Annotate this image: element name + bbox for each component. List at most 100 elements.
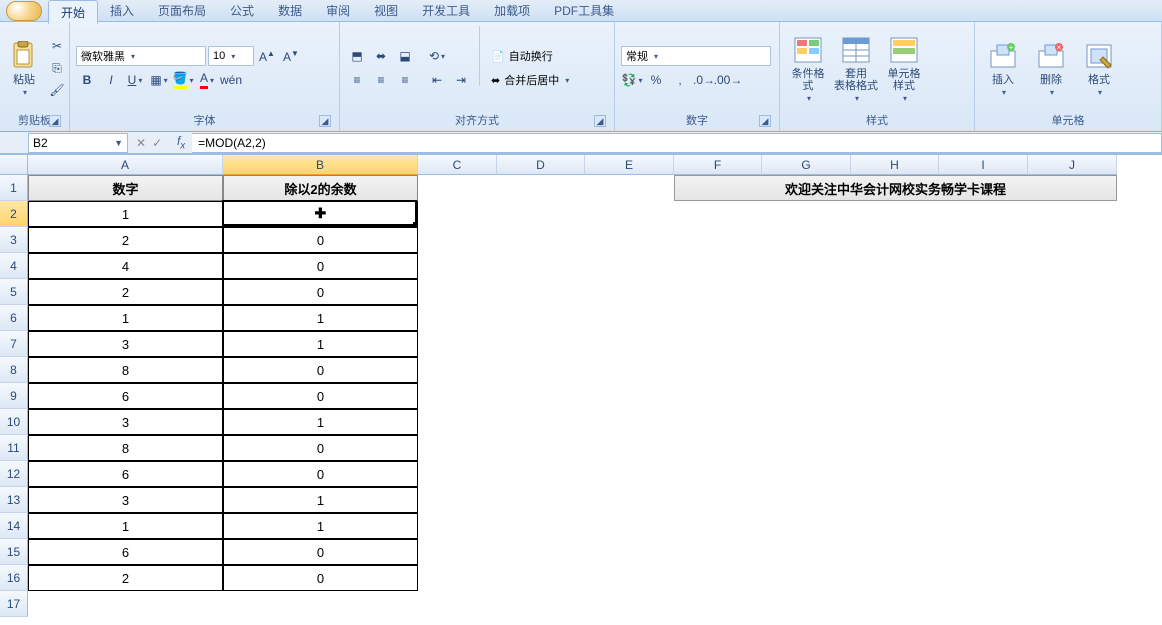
format-painter-button[interactable]: 🖌 — [46, 80, 68, 100]
cell-A16[interactable]: 2 — [28, 565, 223, 591]
name-box[interactable]: B2 ▼ — [28, 133, 128, 153]
col-header-H[interactable]: H — [851, 155, 939, 175]
row-header-7[interactable]: 7 — [0, 331, 28, 357]
inc-decimal-button[interactable]: .0→ — [693, 70, 715, 90]
clipboard-launcher[interactable]: ◢ — [49, 115, 61, 127]
accept-formula-button[interactable]: ✓ — [152, 136, 162, 150]
cell-B13[interactable]: 1 — [223, 487, 418, 513]
tab-9[interactable]: PDF工具集 — [542, 0, 626, 23]
font-launcher[interactable]: ◢ — [319, 115, 331, 127]
cell-A2[interactable]: 1 — [28, 201, 223, 227]
align-top-button[interactable]: ⬒ — [346, 46, 368, 66]
tab-4[interactable]: 数据 — [266, 0, 314, 23]
row-header-9[interactable]: 9 — [0, 383, 28, 409]
select-all-button[interactable] — [0, 155, 28, 175]
row-header-14[interactable]: 14 — [0, 513, 28, 539]
cell-B2[interactable] — [223, 201, 418, 227]
insert-cells-button[interactable]: + 插入 — [981, 26, 1025, 110]
tab-2[interactable]: 页面布局 — [146, 0, 218, 23]
cell-A13[interactable]: 3 — [28, 487, 223, 513]
cancel-formula-button[interactable]: ✕ — [136, 136, 146, 150]
row-header-5[interactable]: 5 — [0, 279, 28, 305]
cell-A9[interactable]: 6 — [28, 383, 223, 409]
align-bottom-button[interactable]: ⬓ — [394, 46, 416, 66]
conditional-format-button[interactable]: 条件格式 — [786, 26, 830, 110]
col-header-F[interactable]: F — [674, 155, 762, 175]
cell-B15[interactable]: 0 — [223, 539, 418, 565]
indent-inc-button[interactable]: ⇥ — [450, 70, 472, 90]
col-header-A[interactable]: A — [28, 155, 223, 175]
percent-button[interactable]: % — [645, 70, 667, 90]
tab-8[interactable]: 加载项 — [482, 0, 542, 23]
cell-A15[interactable]: 6 — [28, 539, 223, 565]
tab-0[interactable]: 开始 — [48, 0, 98, 24]
phonetic-button[interactable]: wén — [220, 70, 242, 90]
row-header-12[interactable]: 12 — [0, 461, 28, 487]
cell-B1[interactable]: 除以2的余数 — [223, 175, 418, 201]
cell-B9[interactable]: 0 — [223, 383, 418, 409]
col-header-D[interactable]: D — [497, 155, 585, 175]
cell-A10[interactable]: 3 — [28, 409, 223, 435]
row-header-16[interactable]: 16 — [0, 565, 28, 591]
number-launcher[interactable]: ◢ — [759, 115, 771, 127]
cell-B4[interactable]: 0 — [223, 253, 418, 279]
cell-B16[interactable]: 0 — [223, 565, 418, 591]
cell-A11[interactable]: 8 — [28, 435, 223, 461]
delete-cells-button[interactable]: × 删除 — [1029, 26, 1073, 110]
col-header-J[interactable]: J — [1028, 155, 1117, 175]
dec-decimal-button[interactable]: .00→ — [717, 70, 739, 90]
cell-B12[interactable]: 0 — [223, 461, 418, 487]
underline-button[interactable]: U — [124, 70, 146, 90]
comma-button[interactable]: , — [669, 70, 691, 90]
row-header-8[interactable]: 8 — [0, 357, 28, 383]
row-header-11[interactable]: 11 — [0, 435, 28, 461]
accounting-button[interactable]: 💱 — [621, 70, 643, 90]
row-header-10[interactable]: 10 — [0, 409, 28, 435]
row-header-3[interactable]: 3 — [0, 227, 28, 253]
cell-B3[interactable]: 0 — [223, 227, 418, 253]
shrink-font-button[interactable]: A▼ — [280, 46, 302, 66]
format-table-button[interactable]: 套用 表格格式 — [834, 26, 878, 110]
row-header-1[interactable]: 1 — [0, 175, 28, 201]
tab-7[interactable]: 开发工具 — [410, 0, 482, 23]
align-left-button[interactable]: ≡ — [346, 70, 368, 90]
row-header-4[interactable]: 4 — [0, 253, 28, 279]
indent-dec-button[interactable]: ⇤ — [426, 70, 448, 90]
format-cells-button[interactable]: 格式 — [1077, 26, 1121, 110]
row-header-17[interactable]: 17 — [0, 591, 28, 617]
bold-button[interactable]: B — [76, 70, 98, 90]
grow-font-button[interactable]: A▲ — [256, 46, 278, 66]
font-size-combo[interactable]: 10 — [208, 46, 254, 66]
number-format-combo[interactable]: 常规 — [621, 46, 771, 66]
col-header-B[interactable]: B — [223, 155, 418, 175]
cell-B11[interactable]: 0 — [223, 435, 418, 461]
row-header-15[interactable]: 15 — [0, 539, 28, 565]
align-center-button[interactable]: ≡ — [370, 70, 392, 90]
cell-styles-button[interactable]: 单元格 样式 — [882, 26, 926, 110]
orientation-button[interactable]: ⟲ — [426, 46, 448, 66]
cell-A8[interactable]: 8 — [28, 357, 223, 383]
col-header-G[interactable]: G — [762, 155, 851, 175]
cell-A1[interactable]: 数字 — [28, 175, 223, 201]
cell-B7[interactable]: 1 — [223, 331, 418, 357]
cell-A4[interactable]: 4 — [28, 253, 223, 279]
tab-6[interactable]: 视图 — [362, 0, 410, 23]
cell-A12[interactable]: 6 — [28, 461, 223, 487]
row-header-13[interactable]: 13 — [0, 487, 28, 513]
border-button[interactable]: ▦ — [148, 70, 170, 90]
copy-button[interactable]: ⎘ — [46, 58, 68, 78]
row-header-2[interactable]: 2 — [0, 201, 28, 227]
cut-button[interactable]: ✂ — [46, 36, 68, 56]
cell-B14[interactable]: 1 — [223, 513, 418, 539]
merge-center-button[interactable]: ⬌合并后居中 — [487, 70, 573, 90]
fx-button[interactable]: fx — [170, 134, 192, 151]
align-launcher[interactable]: ◢ — [594, 115, 606, 127]
font-color-button[interactable]: A — [196, 70, 218, 90]
col-header-I[interactable]: I — [939, 155, 1028, 175]
tab-5[interactable]: 审阅 — [314, 0, 362, 23]
wrap-text-button[interactable]: 📄自动换行 — [487, 46, 573, 66]
cell-B8[interactable]: 0 — [223, 357, 418, 383]
col-header-C[interactable]: C — [418, 155, 497, 175]
italic-button[interactable]: I — [100, 70, 122, 90]
banner-cell[interactable]: 欢迎关注中华会计网校实务畅学卡课程 — [674, 175, 1117, 201]
